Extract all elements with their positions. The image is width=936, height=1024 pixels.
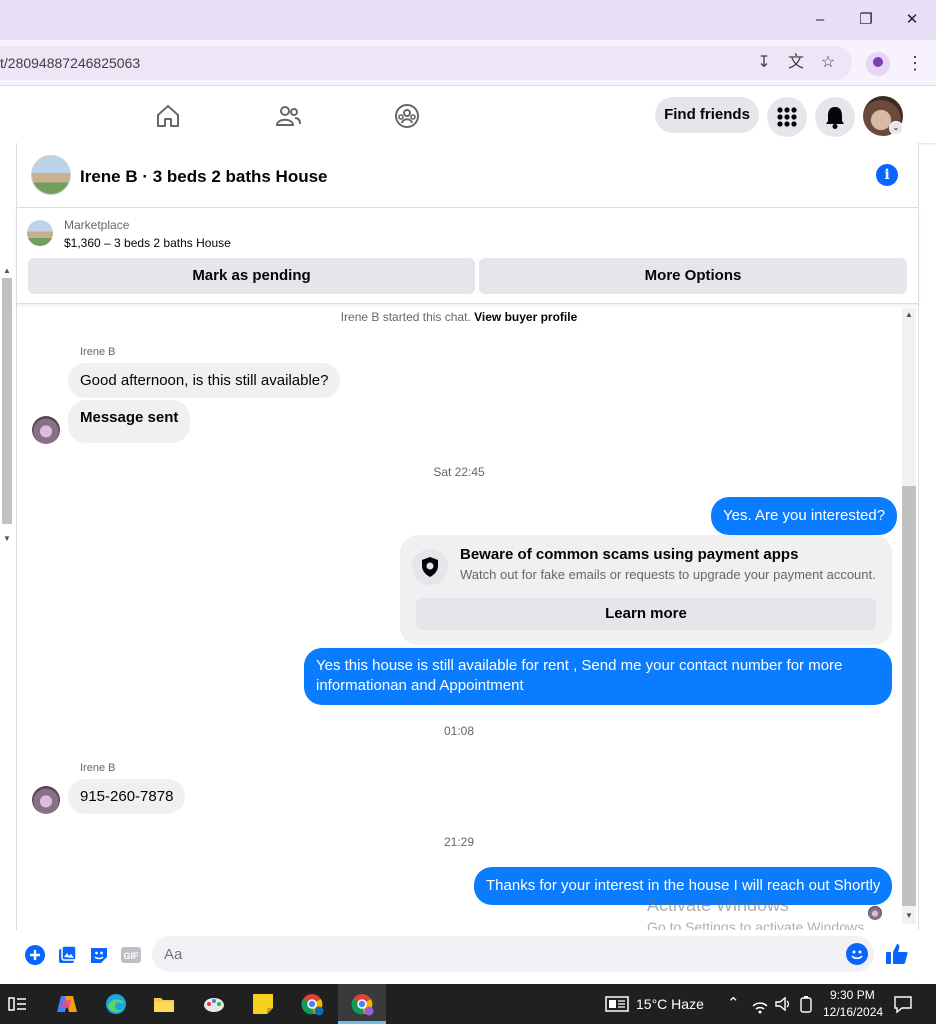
file-explorer-icon[interactable]: [152, 992, 176, 1016]
translate-icon[interactable]: 文: [786, 53, 806, 73]
wifi-icon[interactable]: [750, 992, 770, 1016]
emoji-icon[interactable]: [846, 943, 868, 965]
chat-start-notice: Irene B started this chat. View buyer pr…: [16, 310, 902, 324]
listing-summary[interactable]: $1,360 – 3 beds 2 baths House: [64, 236, 231, 250]
marketplace-listing-block: Marketplace $1,360 – 3 beds 2 baths Hous…: [16, 208, 919, 304]
browser-menu-icon[interactable]: ⋮: [906, 52, 924, 76]
outgoing-message[interactable]: Yes this house is still available for re…: [304, 648, 892, 705]
incoming-message[interactable]: Message sent: [68, 400, 191, 443]
photo-icon[interactable]: [56, 944, 78, 966]
notifications-button[interactable]: [815, 97, 855, 137]
volume-icon[interactable]: [773, 992, 793, 1016]
show-hidden-icons-icon[interactable]: ⌃: [727, 994, 740, 1012]
chevron-down-icon[interactable]: ⌄: [889, 121, 903, 135]
windows-taskbar: 15°C Haze ⌃ 9:30 PM 12/16/2024: [0, 984, 936, 1024]
learn-more-button[interactable]: Learn more: [416, 598, 876, 630]
shield-icon-wrapper: [412, 549, 448, 585]
edge-browser-icon[interactable]: [104, 992, 128, 1016]
facebook-top-nav: Find friends ⌄: [0, 87, 936, 143]
activate-windows-watermark: Activate Windows: [647, 895, 790, 915]
plus-circle-icon[interactable]: [24, 944, 46, 966]
url-text[interactable]: t/28094887246825063: [0, 55, 140, 71]
chat-header: Irene B · 3 beds 2 baths House i: [16, 143, 919, 208]
chat-scroll-down-icon[interactable]: ▼: [902, 911, 916, 920]
avatar[interactable]: [32, 416, 60, 444]
read-receipt-avatar: [868, 906, 882, 920]
scam-warning-subtitle: Watch out for fake emails or requests to…: [460, 567, 876, 582]
sender-name: Irene B: [80, 346, 116, 358]
message-timestamp: 01:08: [443, 724, 475, 738]
left-scroll-down-icon[interactable]: ▼: [0, 534, 14, 543]
omnibox[interactable]: t/28094887246825063 ↧ 文 ☆: [0, 46, 852, 80]
message-timestamp: Sat 22:45: [433, 465, 485, 479]
chrome-profile-icon[interactable]: [300, 992, 324, 1016]
paint-icon[interactable]: [202, 992, 226, 1016]
home-icon[interactable]: [155, 103, 181, 129]
address-bar-row: t/28094887246825063 ↧ 文 ☆: [0, 40, 936, 86]
task-view-icon[interactable]: [6, 992, 30, 1016]
sticky-notes-icon[interactable]: [251, 992, 275, 1016]
left-page-scrollbar[interactable]: [2, 278, 12, 524]
smiley-face-icon: [851, 950, 863, 960]
chrome-active-icon[interactable]: [350, 992, 374, 1016]
grid-icon: [777, 107, 797, 127]
outgoing-message[interactable]: Yes. Are you interested?: [711, 497, 898, 535]
friends-icon[interactable]: [275, 103, 301, 129]
mark-as-pending-button[interactable]: Mark as pending: [28, 258, 475, 294]
sticker-icon[interactable]: [88, 944, 110, 966]
chat-scroll-up-icon[interactable]: ▲: [902, 310, 916, 319]
left-scroll-up-icon[interactable]: ▲: [0, 266, 14, 275]
minimize-icon[interactable]: –: [808, 8, 832, 32]
restore-icon[interactable]: ❐: [854, 8, 878, 32]
install-app-icon[interactable]: ↧: [754, 53, 774, 73]
bell-icon: [826, 107, 844, 129]
close-icon[interactable]: ✕: [900, 8, 924, 32]
svg-text:GIF: GIF: [124, 951, 140, 961]
battery-icon[interactable]: [796, 992, 816, 1016]
more-options-button[interactable]: More Options: [479, 258, 907, 294]
browser-profile-icon[interactable]: [866, 52, 890, 76]
listing-thumbnail[interactable]: [27, 220, 53, 246]
sender-name: Irene B: [80, 762, 116, 774]
menu-grid-button[interactable]: [767, 97, 807, 137]
scam-warning-card: Beware of common scams using payment app…: [400, 535, 892, 645]
incoming-message[interactable]: Good afternoon, is this still available?: [68, 363, 341, 398]
find-friends-button[interactable]: Find friends: [655, 97, 759, 133]
notification-center-icon[interactable]: [892, 992, 914, 1016]
chat-start-text: Irene B started this chat.: [340, 310, 471, 324]
browser-titlebar: – ❐ ✕: [0, 0, 936, 40]
chat-scrollbar-thumb[interactable]: [902, 486, 916, 906]
marketplace-label: Marketplace: [64, 218, 130, 232]
clock-time[interactable]: 9:30 PM: [830, 988, 875, 1002]
message-input[interactable]: [152, 936, 874, 972]
thumbs-up-icon[interactable]: [884, 941, 910, 967]
chat-title[interactable]: Irene B · 3 beds 2 baths House: [80, 167, 328, 187]
bookmark-star-icon[interactable]: ☆: [818, 53, 838, 73]
incoming-message[interactable]: 915-260-7878: [68, 779, 186, 814]
view-buyer-profile-link[interactable]: View buyer profile: [474, 310, 577, 324]
scam-warning-title: Beware of common scams using payment app…: [460, 546, 799, 563]
listing-avatar[interactable]: [31, 155, 71, 195]
message-timestamp: 21:29: [443, 835, 475, 849]
groups-icon[interactable]: [394, 103, 420, 129]
clock-date[interactable]: 12/16/2024: [823, 1005, 883, 1019]
news-widget-icon[interactable]: [604, 992, 630, 1016]
shield-icon: [422, 557, 438, 577]
weather-text[interactable]: 15°C Haze: [636, 996, 704, 1012]
info-icon[interactable]: i: [876, 164, 898, 186]
avatar[interactable]: [32, 786, 60, 814]
gif-icon[interactable]: GIF: [120, 944, 142, 966]
copilot-icon[interactable]: [55, 992, 79, 1016]
